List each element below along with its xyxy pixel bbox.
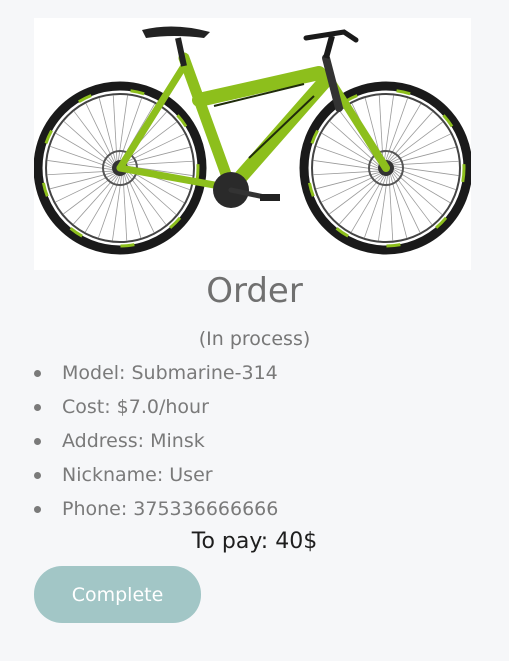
bullet-icon: [34, 404, 41, 411]
list-item-model: Model: Submarine-314: [0, 356, 278, 390]
list-item-nickname: Nickname: User: [0, 458, 278, 492]
address-text: Address: Minsk: [62, 430, 205, 452]
to-pay-total: To pay: 40$: [191, 529, 318, 554]
nickname-text: Nickname: User: [62, 464, 213, 486]
order-details-list: Model: Submarine-314 Cost: $7.0/hour Add…: [0, 356, 278, 526]
bullet-icon: [34, 370, 41, 377]
complete-button[interactable]: Complete: [34, 566, 201, 623]
order-status: (In process): [198, 328, 311, 350]
list-item-phone: Phone: 375336666666: [0, 492, 278, 526]
bullet-icon: [34, 438, 41, 445]
bicycle-icon: [34, 26, 471, 255]
phone-text: Phone: 375336666666: [62, 498, 279, 520]
bullet-icon: [34, 472, 41, 479]
list-item-address: Address: Minsk: [0, 424, 278, 458]
bullet-icon: [34, 506, 41, 513]
model-text: Model: Submarine-314: [62, 362, 278, 384]
list-item-cost: Cost: $7.0/hour: [0, 390, 278, 424]
cost-text: Cost: $7.0/hour: [62, 396, 209, 418]
product-image: [34, 18, 471, 270]
page-title: Order: [206, 271, 303, 311]
